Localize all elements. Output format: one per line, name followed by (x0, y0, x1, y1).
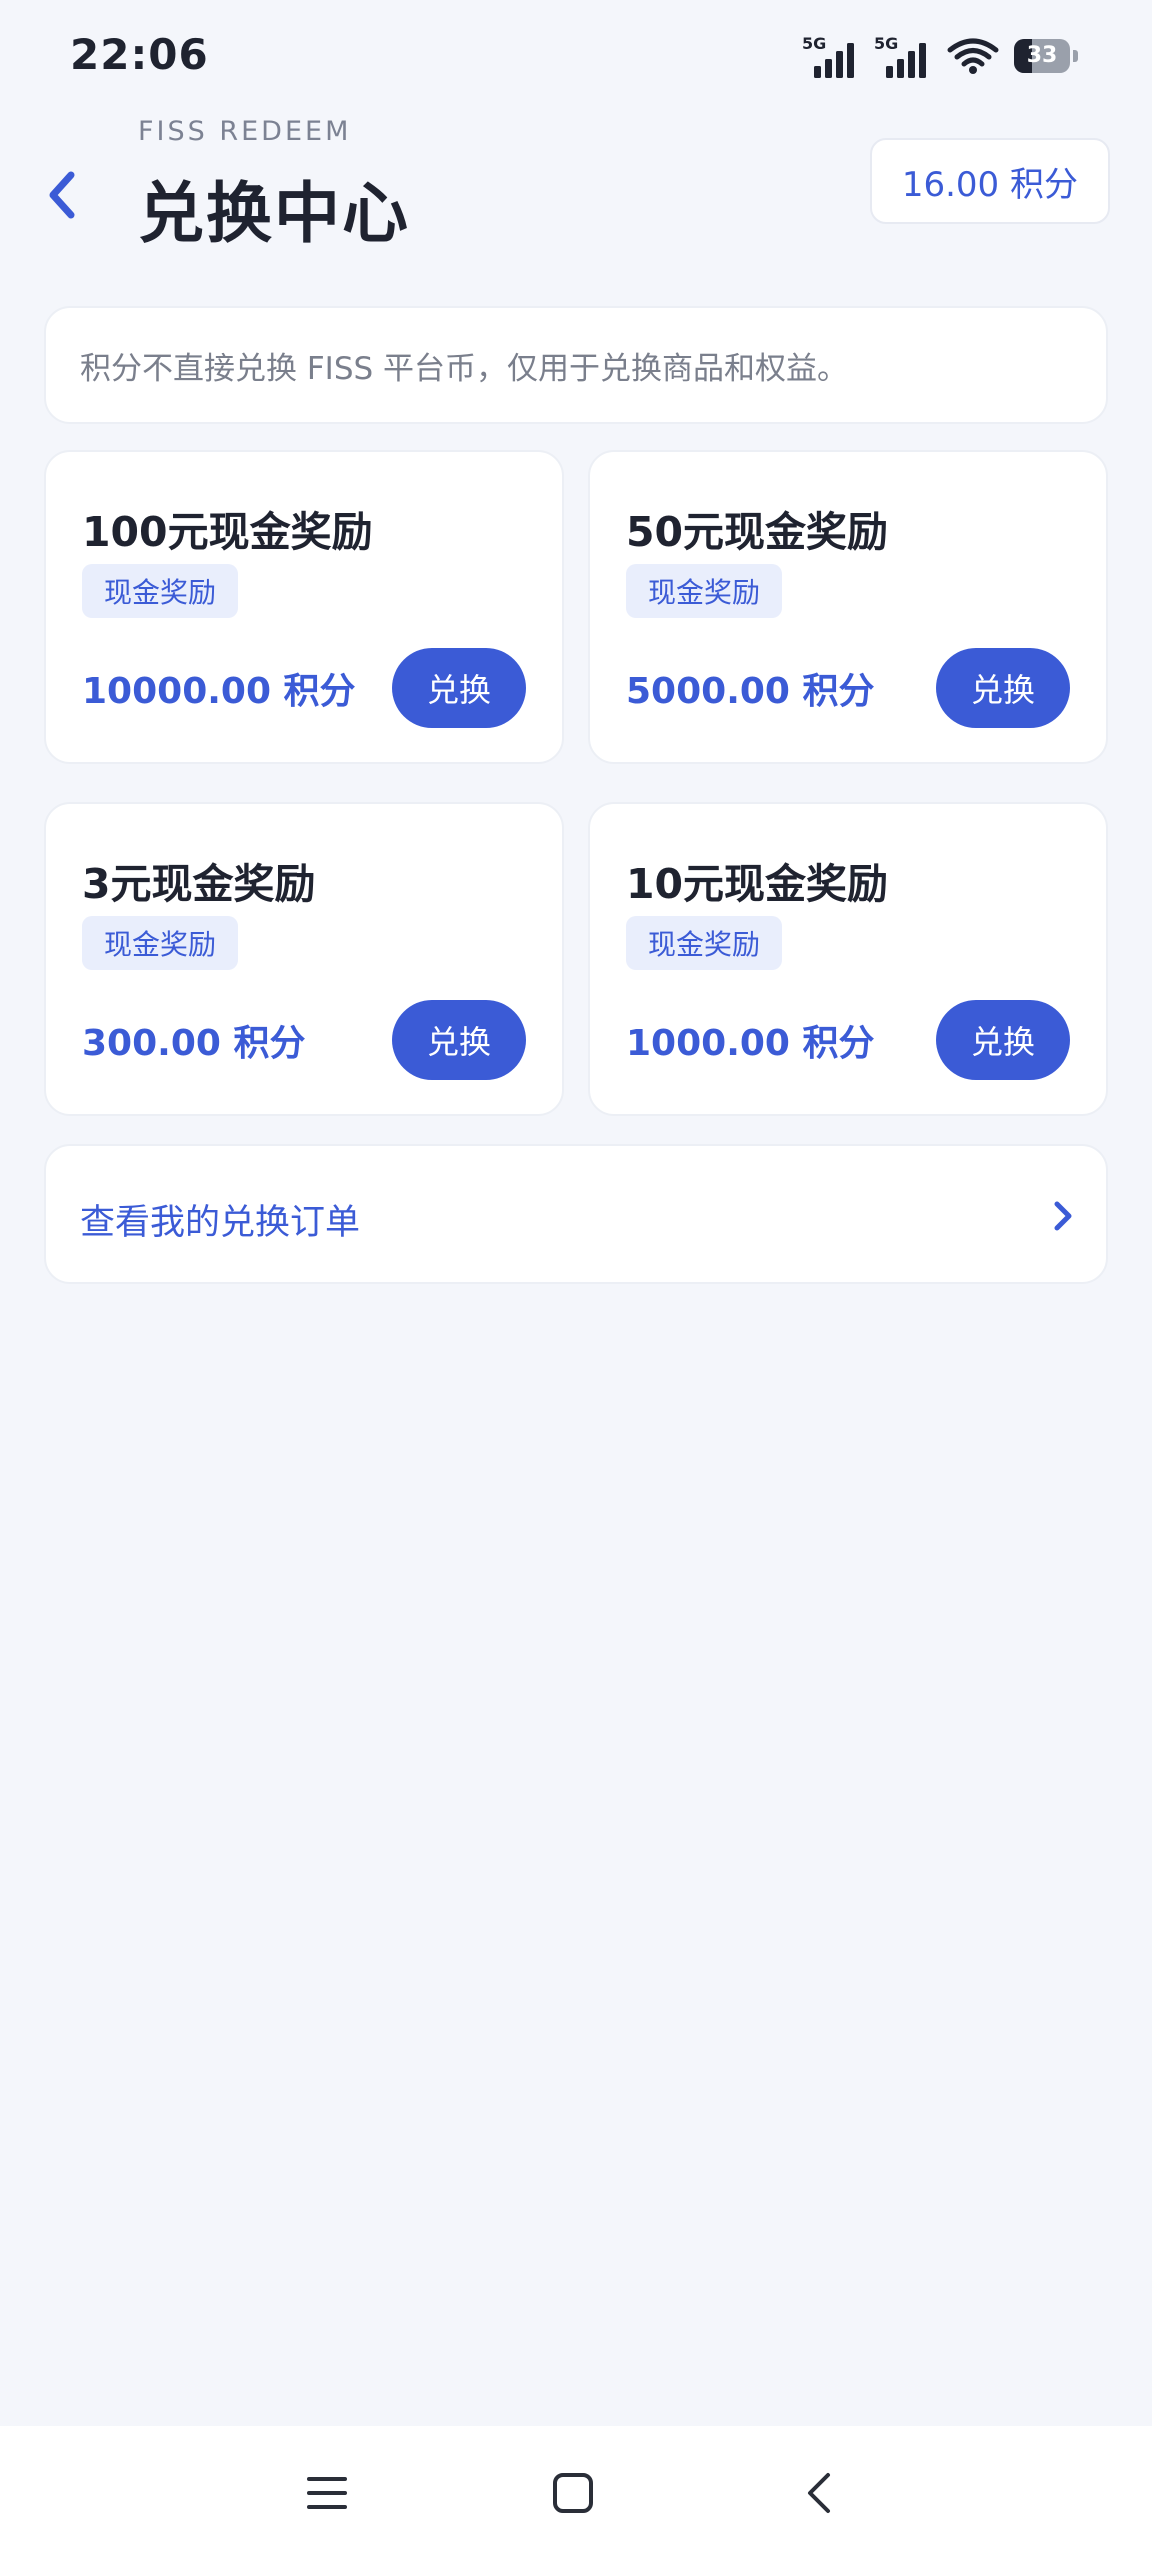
page-title: 兑换中心 (138, 175, 410, 252)
battery-level-text: 33 (1026, 43, 1058, 68)
reward-title: 50元现金奖励 (626, 508, 889, 556)
status-time: 22:06 (70, 30, 209, 79)
back-button[interactable] (36, 160, 88, 230)
reward-card: 3元现金奖励 现金奖励 300.00 积分 兑换 (44, 802, 564, 1116)
points-balance-badge: 16.00 积分 (869, 138, 1110, 224)
my-orders-label: 查看我的兑换订单 (80, 1203, 361, 1243)
chevron-right-icon (1054, 1201, 1072, 1231)
page-subtitle: FISS REDEEM (138, 116, 352, 147)
reward-card: 50元现金奖励 现金奖励 5000.00 积分 兑换 (588, 450, 1108, 764)
status-bar: 22:06 5G 5G 33 (0, 0, 1152, 110)
reward-title: 10元现金奖励 (626, 860, 889, 908)
my-orders-link[interactable]: 查看我的兑换订单 (44, 1144, 1108, 1284)
cellular-signal-icon: 5G (802, 34, 860, 78)
nav-home-button[interactable] (536, 2456, 610, 2530)
redeem-button[interactable]: 兑换 (936, 648, 1070, 728)
chevron-left-icon (49, 171, 75, 219)
nav-back-button[interactable] (782, 2456, 856, 2530)
reward-card: 10元现金奖励 现金奖励 1000.00 积分 兑换 (588, 802, 1108, 1116)
wifi-icon (947, 38, 999, 74)
reward-price: 1000.00 积分 (626, 1023, 875, 1064)
triangle-back-icon (808, 2473, 830, 2513)
reward-card: 100元现金奖励 现金奖励 10000.00 积分 兑换 (44, 450, 564, 764)
reward-tag: 现金奖励 (82, 564, 239, 618)
reward-price: 300.00 积分 (82, 1023, 306, 1064)
reward-tag: 现金奖励 (626, 916, 783, 970)
status-icons: 5G 5G 33 (802, 34, 1078, 78)
square-home-icon (553, 2473, 593, 2513)
redeem-button[interactable]: 兑换 (936, 1000, 1070, 1080)
redeem-button[interactable]: 兑换 (392, 1000, 526, 1080)
system-nav-bar (0, 2426, 1152, 2560)
reward-tag: 现金奖励 (626, 564, 783, 618)
nav-menu-button[interactable] (290, 2456, 364, 2530)
cellular-signal-icon: 5G (874, 34, 932, 78)
reward-price: 10000.00 积分 (82, 671, 356, 712)
reward-tag: 现金奖励 (82, 916, 239, 970)
reward-price: 5000.00 积分 (626, 671, 875, 712)
points-notice: 积分不直接兑换 FISS 平台币，仅用于兑换商品和权益。 (44, 306, 1108, 424)
reward-title: 100元现金奖励 (82, 508, 373, 556)
menu-icon (307, 2477, 347, 2509)
reward-title: 3元现金奖励 (82, 860, 316, 908)
battery-icon: 33 (1014, 39, 1078, 73)
redeem-button[interactable]: 兑换 (392, 648, 526, 728)
